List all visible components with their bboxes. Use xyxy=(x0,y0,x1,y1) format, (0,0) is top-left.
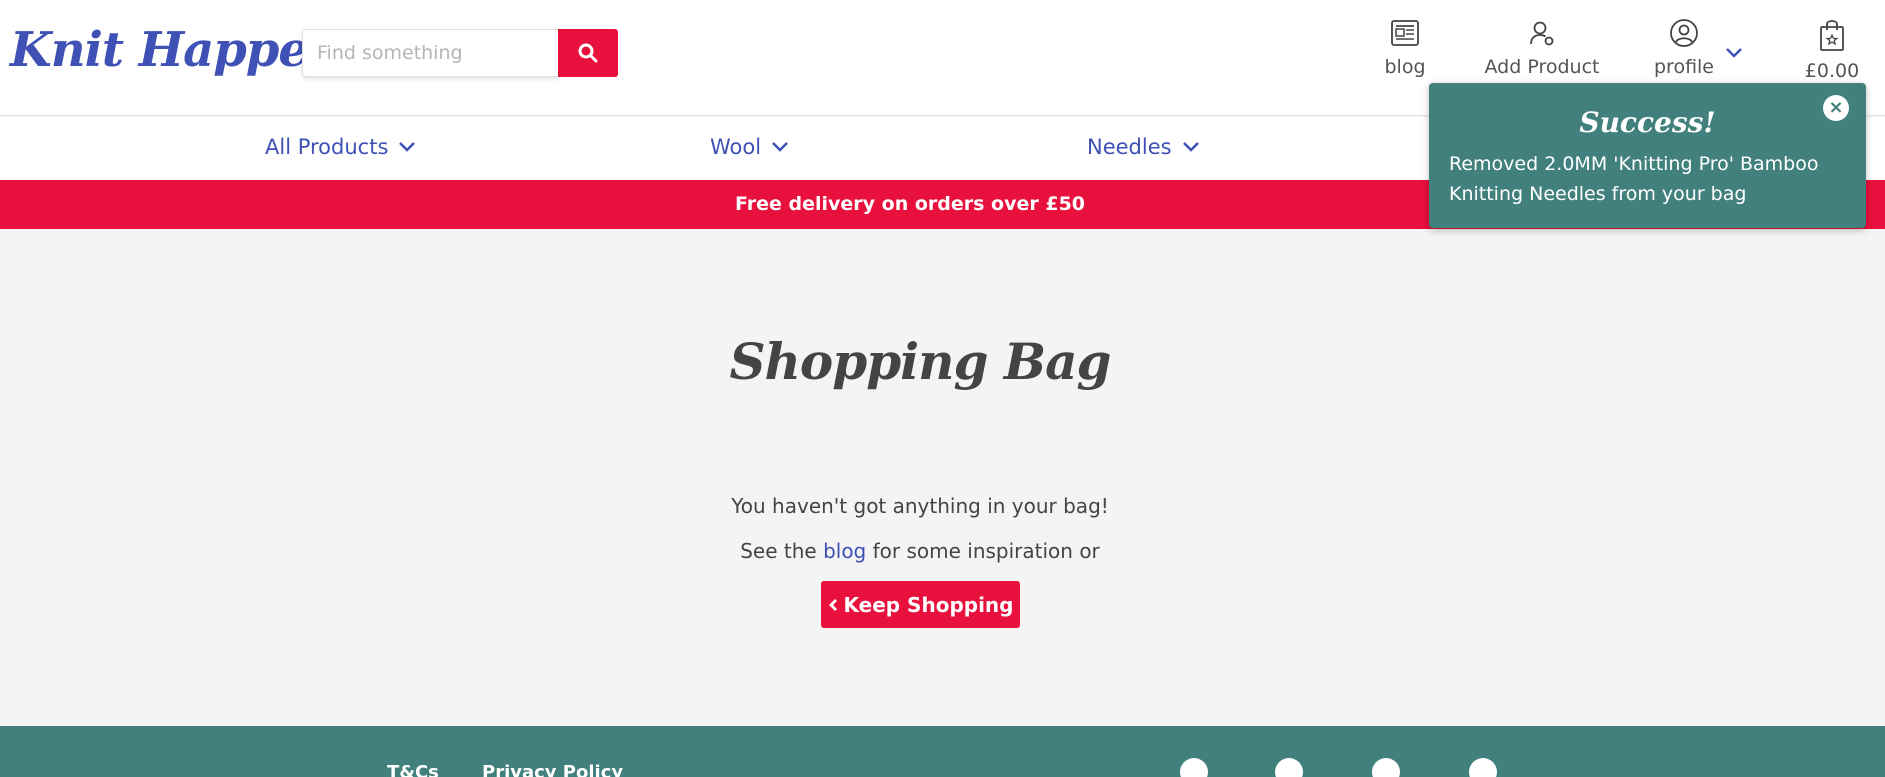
footer-link-privacy[interactable]: Privacy Policy xyxy=(482,762,623,777)
shopping-bag-icon xyxy=(1820,20,1844,51)
keep-shopping-button[interactable]: Keep Shopping xyxy=(821,581,1020,628)
success-toast: Success! × Removed 2.0MM 'Knitting Pro' … xyxy=(1429,83,1866,228)
site-footer: T&Cs Privacy Policy xyxy=(0,726,1885,777)
github-icon[interactable] xyxy=(1372,758,1400,777)
user-cog-icon xyxy=(1530,21,1554,46)
facebook-icon[interactable] xyxy=(1180,758,1208,777)
nav-add-product[interactable]: Add Product xyxy=(1482,18,1602,78)
toast-message: Removed 2.0MM 'Knitting Pro' Bamboo Knit… xyxy=(1449,153,1819,205)
nav-profile-label: profile xyxy=(1653,56,1714,78)
chevron-down-icon xyxy=(772,142,788,152)
close-icon[interactable]: × xyxy=(1823,95,1849,121)
category-wool[interactable]: Wool xyxy=(710,135,789,159)
search-input[interactable] xyxy=(302,29,558,77)
chevron-down-icon xyxy=(399,142,416,152)
bag-total: £0.00 xyxy=(1804,60,1860,82)
nav-blog-label: blog xyxy=(1384,56,1426,78)
chevron-down-icon xyxy=(1182,142,1199,152)
category-wool-label: Wool xyxy=(710,135,762,159)
search-button[interactable] xyxy=(558,29,618,77)
inspiration-prefix: See the xyxy=(740,539,817,563)
category-all-products-label: All Products xyxy=(265,135,389,159)
inspiration-line: See the blog for some inspiration or xyxy=(0,539,1840,563)
chevron-left-icon xyxy=(828,598,837,611)
footer-link-tcs[interactable]: T&Cs xyxy=(387,762,439,777)
nav-add-product-label: Add Product xyxy=(1484,56,1600,78)
newspaper-icon xyxy=(1391,20,1419,46)
search-icon xyxy=(578,43,598,63)
blog-link[interactable]: blog xyxy=(823,539,866,563)
pinterest-icon[interactable] xyxy=(1469,758,1497,777)
page-title: Shopping Bag xyxy=(729,332,1111,391)
category-needles[interactable]: Needles xyxy=(1087,135,1200,159)
keep-shopping-label: Keep Shopping xyxy=(843,592,1014,617)
nav-profile[interactable]: profile xyxy=(1652,18,1716,78)
search-form xyxy=(302,29,618,77)
chevron-down-icon[interactable] xyxy=(1724,46,1744,60)
empty-bag-message: You haven't got anything in your bag! xyxy=(731,494,1109,518)
inspiration-suffix: for some inspiration or xyxy=(872,539,1100,563)
user-circle-icon xyxy=(1670,19,1698,47)
category-all-products[interactable]: All Products xyxy=(265,135,416,159)
category-needles-label: Needles xyxy=(1087,135,1172,159)
nav-blog[interactable]: blog xyxy=(1380,18,1430,78)
instagram-icon[interactable] xyxy=(1275,758,1303,777)
nav-bag[interactable]: £0.00 xyxy=(1800,18,1864,82)
toast-title: Success! xyxy=(1579,106,1716,139)
